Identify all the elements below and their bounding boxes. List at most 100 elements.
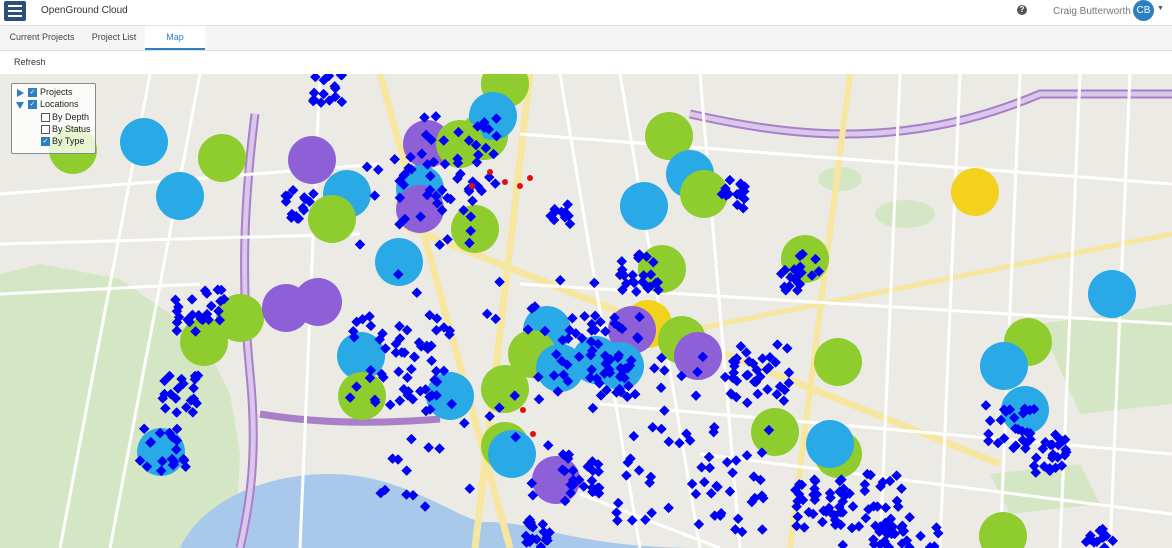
tab-current-projects[interactable]: Current Projects <box>0 26 84 49</box>
location-marker[interactable] <box>752 388 764 400</box>
location-marker[interactable] <box>633 465 645 476</box>
caret-down-icon[interactable] <box>16 102 24 109</box>
location-marker[interactable] <box>627 269 638 281</box>
project-circle[interactable] <box>620 182 668 230</box>
location-marker[interactable] <box>860 512 872 524</box>
location-marker[interactable] <box>533 393 545 405</box>
location-marker[interactable] <box>434 443 445 454</box>
user-name[interactable]: Craig Butterworth <box>1053 6 1131 17</box>
location-marker[interactable] <box>724 174 736 186</box>
project-circle[interactable] <box>308 195 356 243</box>
location-marker[interactable] <box>401 465 413 476</box>
project-circle[interactable] <box>951 168 999 216</box>
location-marker[interactable] <box>630 286 642 297</box>
location-marker[interactable] <box>588 277 600 289</box>
location-marker[interactable] <box>762 383 773 395</box>
refresh-button[interactable]: Refresh <box>14 57 46 67</box>
location-marker[interactable] <box>502 179 508 185</box>
project-circle[interactable] <box>806 420 854 468</box>
location-marker[interactable] <box>530 431 536 437</box>
tab-map[interactable]: Map <box>145 26 205 50</box>
layer-by-type-row[interactable]: ✓ By Type <box>40 136 95 147</box>
location-marker[interactable] <box>430 111 442 122</box>
location-marker[interactable] <box>612 515 623 526</box>
location-marker[interactable] <box>756 524 768 535</box>
location-marker[interactable] <box>423 442 435 453</box>
location-marker[interactable] <box>1099 542 1110 548</box>
location-marker[interactable] <box>517 183 523 189</box>
help-icon[interactable]: ? <box>1017 5 1027 15</box>
location-marker[interactable] <box>655 382 667 394</box>
location-marker[interactable] <box>980 400 992 411</box>
location-marker[interactable] <box>389 153 401 165</box>
location-marker[interactable] <box>628 430 640 442</box>
location-marker[interactable] <box>649 362 660 374</box>
location-marker[interactable] <box>781 343 793 354</box>
location-marker[interactable] <box>354 239 366 250</box>
app-logo-icon[interactable] <box>4 1 26 21</box>
location-marker[interactable] <box>798 522 810 533</box>
location-marker[interactable] <box>587 402 599 414</box>
location-marker[interactable] <box>621 470 632 481</box>
projects-checkbox[interactable]: ✓ <box>28 88 37 97</box>
project-circle[interactable] <box>980 342 1028 390</box>
project-circle[interactable] <box>979 512 1027 548</box>
location-marker[interactable] <box>1030 452 1042 464</box>
location-marker[interactable] <box>365 320 377 332</box>
location-marker[interactable] <box>859 479 871 490</box>
location-marker[interactable] <box>464 483 476 494</box>
location-marker[interactable] <box>741 397 753 409</box>
location-marker[interactable] <box>469 183 475 189</box>
project-circle[interactable] <box>288 136 336 184</box>
location-marker[interactable] <box>646 507 658 519</box>
location-marker[interactable] <box>778 395 790 407</box>
location-marker[interactable] <box>467 195 478 207</box>
by-status-checkbox[interactable] <box>41 125 50 134</box>
location-marker[interactable] <box>579 310 590 322</box>
project-circle[interactable] <box>156 172 204 220</box>
location-marker[interactable] <box>394 395 406 407</box>
location-marker[interactable] <box>727 467 738 479</box>
project-circle[interactable] <box>814 338 862 386</box>
project-circle[interactable] <box>481 365 529 413</box>
project-circle[interactable] <box>198 134 246 182</box>
caret-right-icon[interactable] <box>17 89 24 97</box>
chevron-down-icon[interactable]: ▼ <box>1157 5 1164 12</box>
location-marker[interactable] <box>663 502 674 514</box>
project-circle[interactable] <box>120 118 168 166</box>
location-marker[interactable] <box>586 475 598 487</box>
location-marker[interactable] <box>520 407 526 413</box>
project-circle[interactable] <box>1088 270 1136 318</box>
location-marker[interactable] <box>384 399 396 411</box>
location-marker[interactable] <box>406 363 417 375</box>
avatar[interactable]: CB <box>1133 0 1154 21</box>
by-type-checkbox[interactable]: ✓ <box>41 137 50 146</box>
location-marker[interactable] <box>896 483 907 494</box>
location-marker[interactable] <box>772 339 783 350</box>
location-marker[interactable] <box>411 287 423 299</box>
location-marker[interactable] <box>663 436 675 448</box>
location-marker[interactable] <box>984 415 996 427</box>
location-marker[interactable] <box>904 511 916 523</box>
location-marker[interactable] <box>732 513 744 525</box>
tab-project-list[interactable]: Project List <box>84 26 144 49</box>
layer-by-status-row[interactable]: By Status <box>40 124 95 135</box>
project-circle[interactable] <box>338 372 386 420</box>
map-layer[interactable] <box>0 74 1172 548</box>
location-marker[interactable] <box>481 308 493 320</box>
location-marker[interactable] <box>915 530 926 542</box>
location-marker[interactable] <box>527 175 533 181</box>
project-circle[interactable] <box>451 205 499 253</box>
location-marker[interactable] <box>847 501 859 512</box>
location-marker[interactable] <box>402 372 413 383</box>
location-marker[interactable] <box>705 488 717 499</box>
location-marker[interactable] <box>426 355 437 367</box>
locations-checkbox[interactable]: ✓ <box>28 100 37 109</box>
location-marker[interactable] <box>487 169 493 175</box>
layer-locations-row[interactable]: ✓ Locations <box>15 99 93 110</box>
location-marker[interactable] <box>817 516 828 528</box>
location-marker[interactable] <box>690 390 702 402</box>
location-marker[interactable] <box>406 433 417 445</box>
map-canvas[interactable] <box>0 74 1172 548</box>
location-marker[interactable] <box>656 423 667 435</box>
